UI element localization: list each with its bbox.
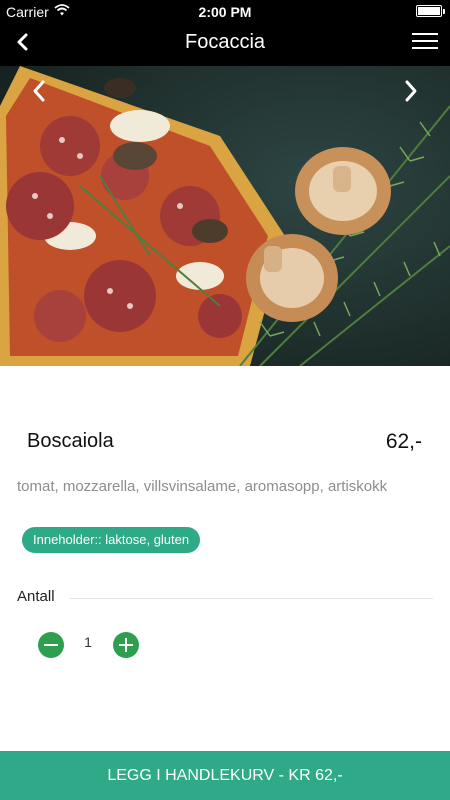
quantity-value: 1 xyxy=(84,634,92,650)
status-bar: Carrier 2:00 PM xyxy=(0,0,450,22)
add-to-cart-button[interactable]: LEGG I HANDLEKURV - KR 62,- xyxy=(0,751,450,800)
product-photo xyxy=(0,66,450,366)
carousel-prev-chevron-icon[interactable] xyxy=(24,76,54,106)
quantity-divider xyxy=(70,598,433,599)
product-image-carousel[interactable] xyxy=(0,66,450,366)
hamburger-menu-icon[interactable] xyxy=(412,28,438,56)
product-description: tomat, mozzarella, villsvinsalame, aroma… xyxy=(17,478,388,495)
quantity-label: Antall xyxy=(17,588,55,605)
nav-bar: Focaccia xyxy=(0,22,450,66)
allergen-badge: Inneholder:: laktose, gluten xyxy=(22,527,201,553)
carousel-next-chevron-icon[interactable] xyxy=(396,76,426,106)
quantity-increase-button[interactable] xyxy=(113,632,139,658)
status-time: 2:00 PM xyxy=(198,4,252,20)
page-title: Focaccia xyxy=(184,31,266,53)
quantity-decrease-button[interactable] xyxy=(38,632,64,658)
product-price: 62,- xyxy=(385,430,422,453)
product-name: Boscaiola xyxy=(27,430,114,452)
battery-icon xyxy=(416,5,445,17)
